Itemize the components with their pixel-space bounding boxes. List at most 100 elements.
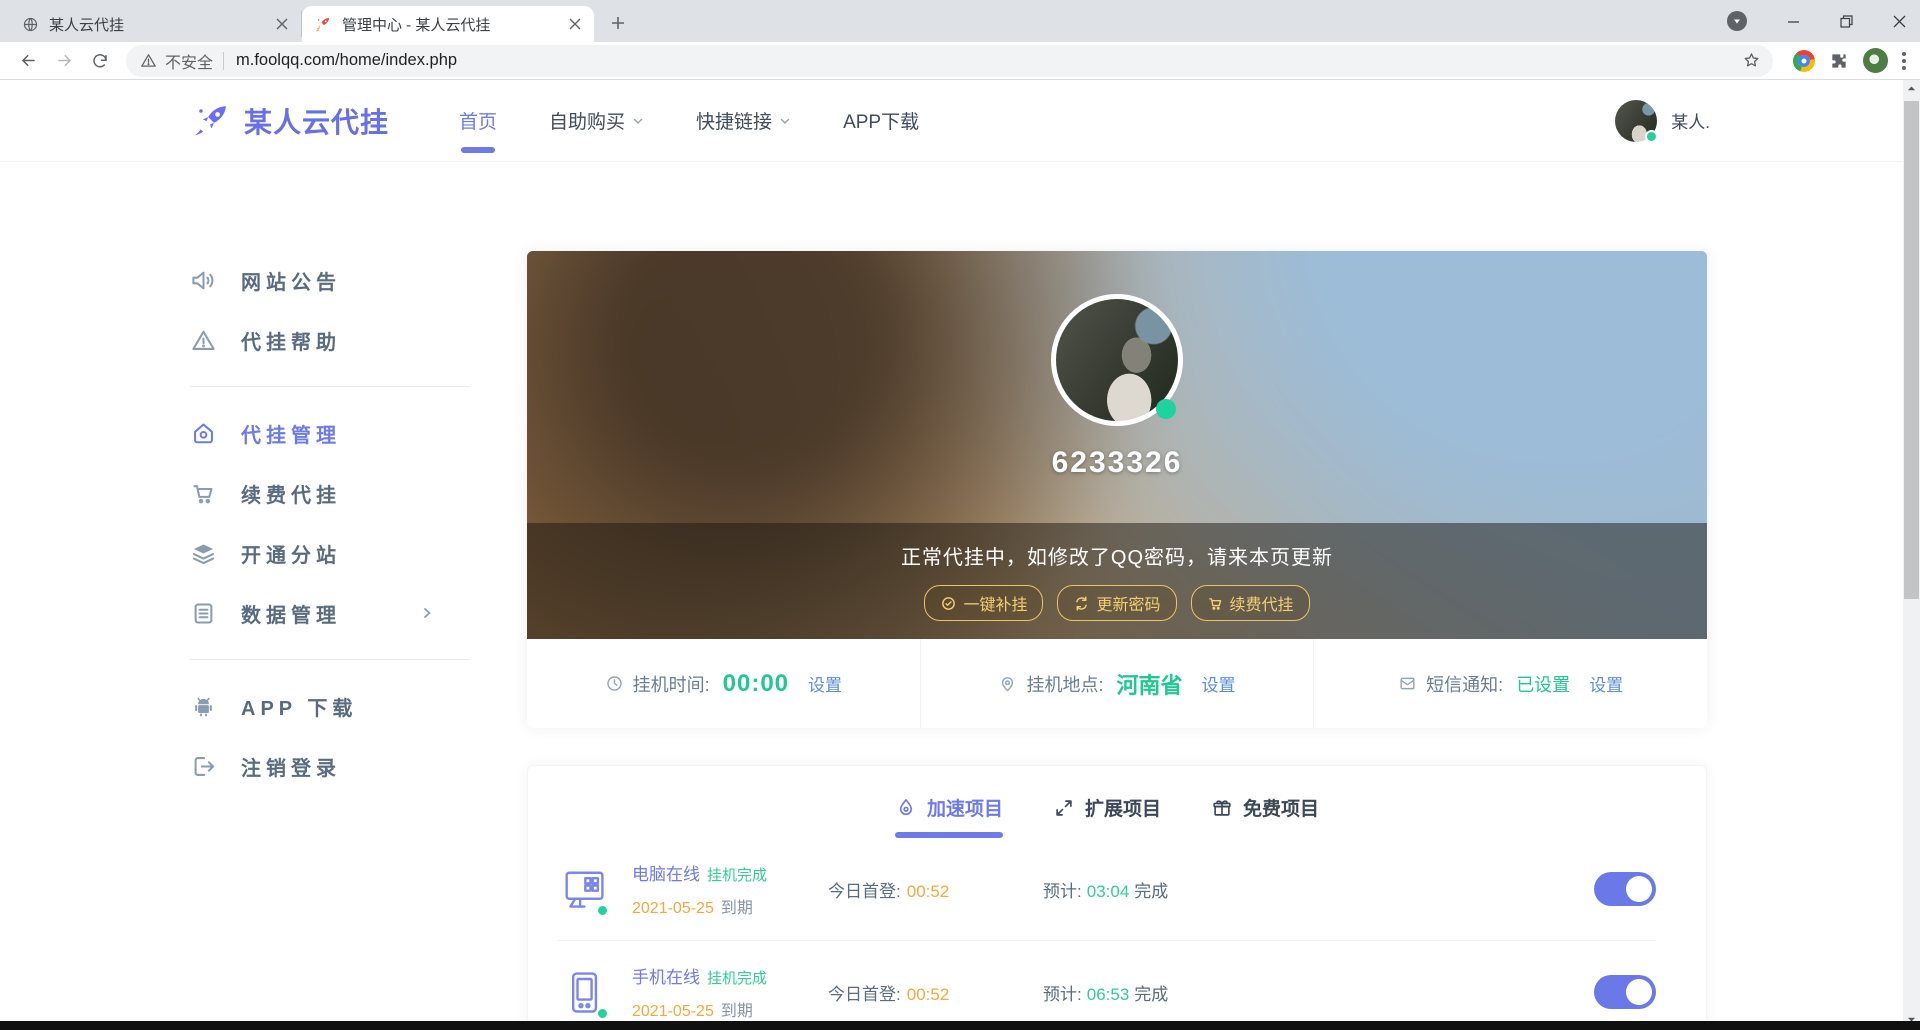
cart-icon — [1207, 595, 1224, 612]
stats-row: 挂机时间: 00:00 设置 挂机地点: 河南省 设置 短信通知: 已设置 设置 — [527, 639, 1707, 728]
eta-label: 预计: — [1043, 881, 1082, 901]
nav-label: APP下载 — [843, 112, 920, 133]
browser-menu-icon[interactable] — [1902, 51, 1906, 70]
user-avatar — [1615, 99, 1659, 143]
stat-value: 00:00 — [722, 669, 790, 697]
tab-search-button[interactable] — [1727, 11, 1747, 31]
extensions-puzzle-icon[interactable] — [1829, 51, 1849, 71]
bottom-edge-bar — [0, 1021, 1920, 1030]
reload-icon[interactable] — [86, 47, 114, 75]
sidebar-label: 续费代挂 — [241, 484, 341, 507]
pc-online-toggle[interactable] — [1594, 872, 1656, 906]
divider — [190, 659, 470, 660]
main-nav: 首页 自助购买 快捷链接 APP下载 — [459, 80, 919, 161]
browser-tab-1[interactable]: 某人云代挂 — [10, 11, 302, 37]
nav-home[interactable]: 首页 — [459, 80, 497, 161]
sidebar-item-help[interactable]: 代挂帮助 — [190, 310, 470, 370]
browser-profile-avatar[interactable] — [1863, 48, 1888, 73]
first-login-time: 00:52 — [906, 881, 950, 901]
stat-sms-notification: 短信通知: 已设置 设置 — [1313, 639, 1707, 728]
close-tab-icon[interactable] — [273, 15, 291, 33]
online-dot — [596, 1007, 609, 1020]
chevron-right-icon — [420, 606, 434, 620]
toggle-knob — [1626, 979, 1652, 1005]
project-name[interactable]: 电脑在线 — [632, 865, 700, 884]
online-dot — [596, 904, 609, 917]
browser-tab-2[interactable]: 管理中心 - 某人云代挂 — [302, 6, 594, 42]
settings-link[interactable]: 设置 — [1589, 671, 1623, 696]
sidebar-item-renew[interactable]: 续费代挂 — [190, 463, 470, 523]
qq-avatar — [1051, 294, 1183, 426]
nav-app-download[interactable]: APP下载 — [843, 80, 919, 161]
tab-label: 免费项目 — [1243, 799, 1320, 820]
clock-icon — [605, 674, 624, 693]
back-icon[interactable] — [14, 47, 42, 75]
site-logo[interactable]: 某人云代挂 — [190, 100, 389, 142]
speaker-icon — [190, 267, 217, 294]
eta-suffix: 完成 — [1134, 881, 1169, 901]
user-name: 某人. — [1671, 113, 1710, 132]
project-status: 挂机完成 — [707, 867, 768, 884]
first-login-label: 今日首登: — [828, 984, 901, 1004]
sidebar-item-app-download[interactable]: APP 下载 — [190, 676, 470, 736]
settings-link[interactable]: 设置 — [1202, 671, 1236, 696]
online-dot — [1156, 399, 1176, 419]
stat-value: 已设置 — [1516, 674, 1571, 695]
update-password-button[interactable]: 更新密码 — [1057, 585, 1177, 621]
nav-quick-links[interactable]: 快捷链接 — [696, 80, 791, 161]
button-label: 更新密码 — [1096, 597, 1161, 614]
qq-number: 6233326 — [1051, 446, 1183, 479]
projects-tabs: 加速项目 扩展项目 免费项目 — [558, 794, 1656, 838]
not-secure-warning-icon — [140, 52, 157, 69]
stat-label: 短信通知: — [1426, 674, 1504, 695]
minimize-button[interactable] — [1787, 15, 1800, 28]
close-window-button[interactable] — [1893, 15, 1906, 28]
sidebar-item-hosting-management[interactable]: 代挂管理 — [190, 403, 470, 463]
hosting-status-message: 正常代挂中，如修改了QQ密码，请来本页更新 — [900, 547, 1334, 569]
browser-tab-strip: 某人云代挂 管理中心 - 某人云代挂 — [0, 0, 1920, 42]
scroll-up-icon[interactable] — [1903, 80, 1920, 97]
forward-icon[interactable] — [50, 47, 78, 75]
sidebar-item-logout[interactable]: 注销登录 — [190, 736, 470, 796]
nav-label: 快捷链接 — [696, 112, 773, 133]
speed-drop-icon — [895, 797, 917, 819]
settings-link[interactable]: 设置 — [808, 671, 842, 696]
check-circle-icon — [940, 595, 957, 612]
expire-suffix: 到期 — [720, 1003, 753, 1020]
sidebar-label: 代挂帮助 — [241, 331, 341, 354]
user-menu[interactable]: 某人. — [1615, 99, 1710, 143]
page-scrollbar[interactable] — [1903, 80, 1920, 1030]
close-tab-icon[interactable] — [566, 15, 584, 33]
tab-accelerated-projects[interactable]: 加速项目 — [894, 794, 1004, 838]
nav-self-purchase[interactable]: 自助购买 — [549, 80, 644, 161]
web-page: 某人云代挂 首页 自助购买 快捷链接 APP下载 某人. 网站公告 代挂帮助 代… — [0, 80, 1920, 1030]
project-status: 挂机完成 — [707, 970, 768, 987]
home-icon — [190, 420, 217, 447]
tab-free-projects[interactable]: 免费项目 — [1211, 794, 1319, 838]
site-header: 某人云代挂 首页 自助购买 快捷链接 APP下载 某人. — [0, 80, 1920, 162]
sidebar-item-open-substation[interactable]: 开通分站 — [190, 523, 470, 583]
cart-icon — [190, 480, 217, 507]
scrollbar-thumb[interactable] — [1904, 101, 1919, 599]
new-tab-button[interactable] — [604, 9, 632, 37]
layers-icon — [190, 540, 217, 567]
mail-icon — [1398, 674, 1417, 693]
chevron-down-icon — [779, 115, 791, 127]
tab-extended-projects[interactable]: 扩展项目 — [1053, 794, 1161, 838]
bookmark-star-icon[interactable] — [1742, 51, 1761, 70]
one-key-rehang-button[interactable]: 一键补挂 — [924, 585, 1044, 621]
sidebar-item-data-management[interactable]: 数据管理 — [190, 583, 470, 643]
renew-hosting-button[interactable]: 续费代挂 — [1190, 585, 1310, 621]
project-name[interactable]: 手机在线 — [632, 968, 700, 987]
rocket-logo-icon — [190, 100, 232, 142]
sidebar-item-announcements[interactable]: 网站公告 — [190, 250, 470, 310]
sidebar-label: 代挂管理 — [241, 424, 341, 447]
site-favicon-rocket-icon — [314, 15, 332, 33]
url-text: m.foolqq.com/home/index.php — [236, 51, 458, 69]
restore-button[interactable] — [1840, 14, 1853, 28]
project-row-pc-online: 电脑在线 挂机完成 2021-05-25 到期 今日首登: 00:52 预计: 03:0… — [558, 838, 1656, 940]
url-bar[interactable]: 不安全 m.foolqq.com/home/index.php — [126, 44, 1773, 77]
phone-online-toggle[interactable] — [1594, 975, 1656, 1009]
chrome-extension-icon[interactable] — [1793, 49, 1815, 72]
logout-icon — [190, 753, 217, 780]
